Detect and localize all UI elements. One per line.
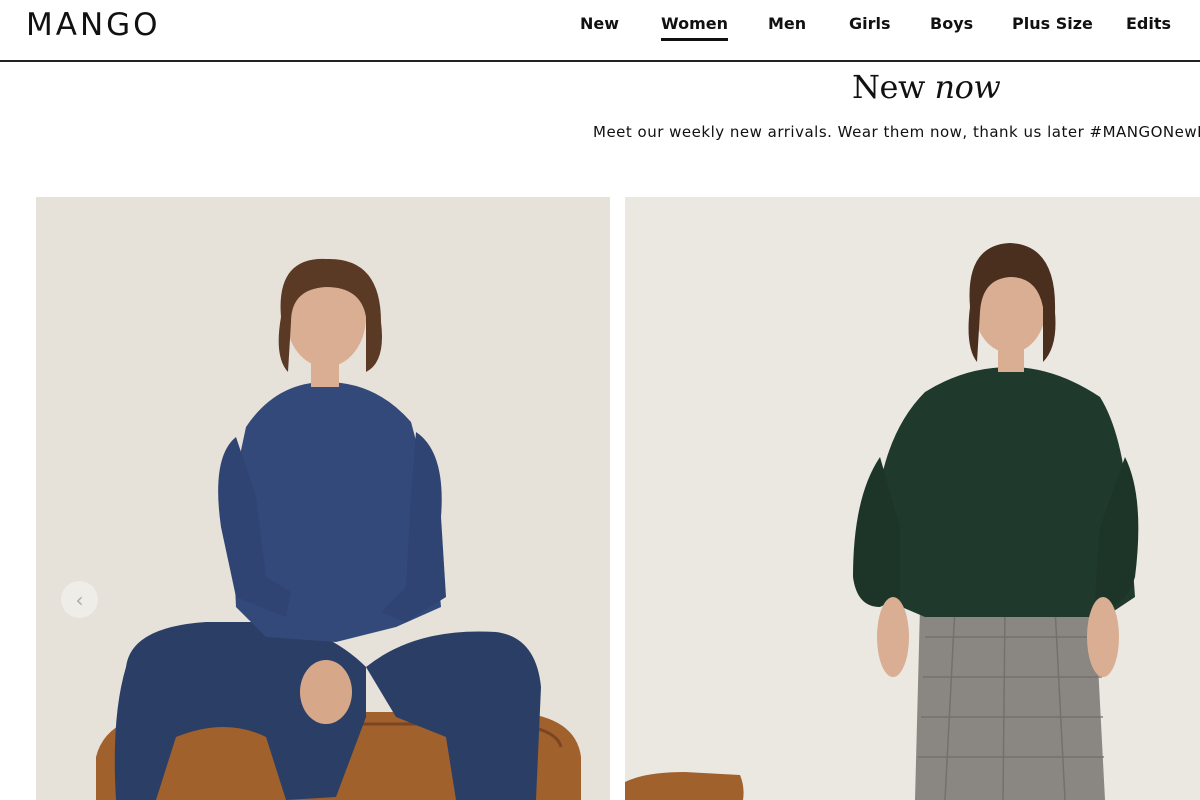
- hero-title: New now: [852, 68, 1001, 106]
- nav-item-boys[interactable]: Boys: [930, 14, 973, 33]
- nav-item-edits[interactable]: Edits: [1126, 14, 1171, 33]
- carousel-prev-button[interactable]: ‹: [61, 581, 98, 618]
- nav-item-girls[interactable]: Girls: [849, 14, 891, 33]
- nav-item-plus-size[interactable]: Plus Size: [1012, 14, 1093, 33]
- product-image-sweater: [625, 197, 1200, 800]
- hero-title-italic: now: [934, 68, 1001, 106]
- hero-title-plain: New: [852, 68, 925, 106]
- nav-item-men[interactable]: Men: [768, 14, 806, 33]
- nav-item-women[interactable]: Women: [661, 14, 728, 41]
- product-image-denim: [36, 197, 610, 800]
- chevron-left-icon: ‹: [75, 587, 84, 612]
- site-header: MANGO New Women Men Girls Boys Plus Size…: [0, 0, 1200, 62]
- hero-subtitle: Meet our weekly new arrivals. Wear them …: [593, 123, 1200, 141]
- nav-item-new[interactable]: New: [580, 14, 619, 33]
- main-nav: New Women Men Girls Boys Plus Size Edits: [0, 0, 1200, 60]
- product-tile-sweater[interactable]: [625, 197, 1200, 800]
- product-tile-denim[interactable]: ‹: [36, 197, 610, 800]
